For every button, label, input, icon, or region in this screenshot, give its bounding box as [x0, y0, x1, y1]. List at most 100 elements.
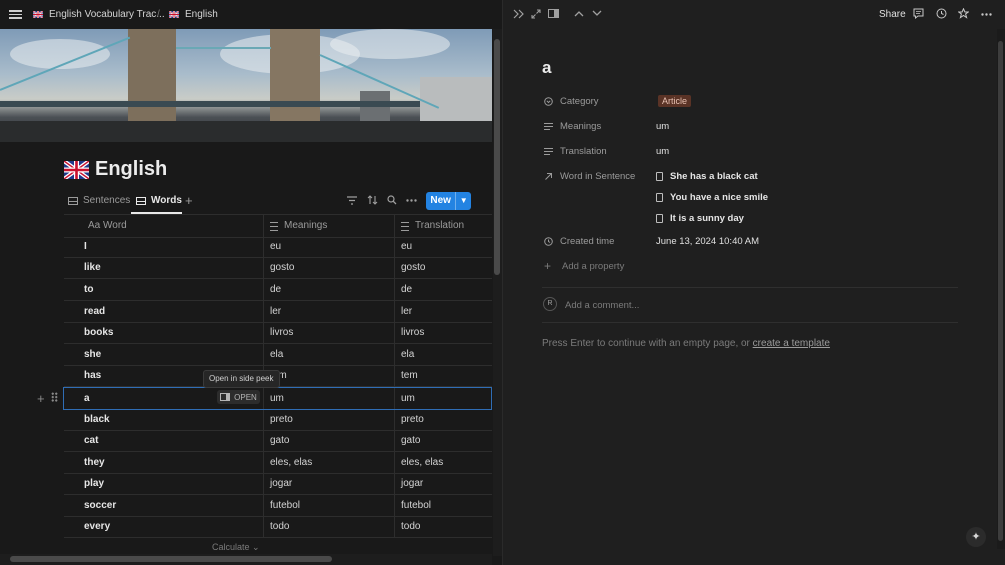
cell-word[interactable]: a: [84, 388, 90, 409]
cell-translation[interactable]: ler: [401, 301, 412, 322]
cell-translation[interactable]: um: [401, 388, 415, 409]
cell-meanings[interactable]: eles, elas: [270, 452, 312, 473]
create-template-link[interactable]: create a template: [753, 338, 830, 349]
cell-meanings[interactable]: gosto: [270, 257, 294, 278]
chevron-down-icon[interactable]: [592, 10, 602, 17]
property-meanings[interactable]: Meanings um: [544, 121, 669, 132]
cell-meanings[interactable]: jogar: [270, 473, 292, 494]
add-row-icon[interactable]: +: [37, 391, 45, 406]
relation-item[interactable]: You have a nice smile: [656, 192, 768, 203]
history-icon[interactable]: [936, 8, 947, 19]
table-row[interactable]: black preto preto: [64, 409, 492, 431]
cell-translation[interactable]: gosto: [401, 257, 425, 278]
cell-word[interactable]: has: [84, 365, 101, 386]
ai-sparkle-icon[interactable]: ✦: [966, 527, 986, 547]
cell-meanings[interactable]: eu: [270, 236, 281, 257]
cell-translation[interactable]: ela: [401, 344, 414, 365]
cell-translation[interactable]: futebol: [401, 495, 431, 516]
more-options-icon[interactable]: [981, 13, 992, 16]
cell-meanings[interactable]: preto: [270, 409, 293, 430]
new-button[interactable]: New ▼: [426, 192, 471, 210]
table-row-selected[interactable]: a um um: [63, 387, 492, 410]
peek-mode-icon[interactable]: [548, 9, 559, 18]
cell-meanings[interactable]: de: [270, 279, 281, 300]
property-value[interactable]: um: [656, 146, 669, 157]
vertical-scrollbar[interactable]: [997, 29, 1005, 549]
table-row[interactable]: cat gato gato: [64, 430, 492, 452]
table-row[interactable]: Ieu eu: [64, 236, 492, 258]
breadcrumb-current[interactable]: English: [169, 9, 218, 20]
cell-word[interactable]: like: [84, 257, 101, 278]
cell-word[interactable]: every: [84, 516, 110, 537]
vertical-scrollbar[interactable]: [493, 29, 502, 556]
chevron-up-icon[interactable]: [574, 10, 584, 17]
cell-meanings[interactable]: livros: [270, 322, 293, 343]
cell-meanings[interactable]: ler: [270, 301, 281, 322]
filter-icon[interactable]: [347, 196, 357, 205]
cell-translation[interactable]: eu: [401, 236, 412, 257]
cell-meanings[interactable]: futebol: [270, 495, 300, 516]
cell-word[interactable]: cat: [84, 430, 98, 451]
property-category[interactable]: Category Article: [544, 95, 692, 107]
cell-word[interactable]: books: [84, 322, 113, 343]
column-header-word[interactable]: Aa Word: [88, 215, 127, 237]
cell-word[interactable]: I: [84, 236, 87, 257]
cell-meanings[interactable]: ela: [270, 344, 283, 365]
property-created-time[interactable]: Created time June 13, 2024 10:40 AM: [544, 236, 759, 247]
cell-word[interactable]: they: [84, 452, 105, 473]
cell-meanings[interactable]: todo: [270, 516, 289, 537]
cell-translation[interactable]: todo: [401, 516, 420, 537]
cell-translation[interactable]: gato: [401, 430, 420, 451]
table-row[interactable]: play jogar jogar: [64, 473, 492, 495]
table-row[interactable]: like gosto gosto: [64, 257, 492, 279]
chevron-down-icon[interactable]: ▼: [455, 192, 471, 210]
property-word-in-sentence[interactable]: Word in Sentence: [544, 171, 635, 182]
cell-word[interactable]: to: [84, 279, 93, 300]
cell-word[interactable]: read: [84, 301, 105, 322]
menu-icon[interactable]: [9, 8, 22, 20]
table-row[interactable]: every todo todo: [64, 516, 492, 538]
table-row[interactable]: books livros livros: [64, 322, 492, 344]
cell-word[interactable]: she: [84, 344, 101, 365]
cell-meanings[interactable]: um: [270, 388, 284, 409]
sort-icon[interactable]: [367, 195, 378, 205]
tab-sentences[interactable]: Sentences: [68, 195, 130, 206]
column-header-translation[interactable]: Translation: [401, 215, 464, 237]
cell-translation[interactable]: jogar: [401, 473, 423, 494]
breadcrumb-parent[interactable]: English Vocabulary Trac...: [33, 9, 165, 20]
calculate-button[interactable]: Calculate ⌄: [212, 542, 260, 553]
comment-input[interactable]: Add a comment...: [565, 300, 639, 311]
open-side-peek-button[interactable]: OPEN: [217, 390, 260, 404]
comments-icon[interactable]: [913, 8, 924, 19]
add-view-icon[interactable]: +: [185, 193, 193, 208]
cell-word[interactable]: black: [84, 409, 110, 430]
table-row[interactable]: soccer futebol futebol: [64, 495, 492, 517]
expand-icon[interactable]: [531, 9, 541, 19]
add-property-button[interactable]: + Add a property: [544, 260, 624, 272]
relation-item[interactable]: She has a black cat: [656, 171, 758, 182]
share-button[interactable]: Share: [879, 9, 906, 20]
drag-handle-icon[interactable]: [51, 392, 58, 402]
table-row[interactable]: she ela ela: [64, 344, 492, 366]
property-translation[interactable]: Translation um: [544, 146, 669, 157]
cell-translation[interactable]: preto: [401, 409, 424, 430]
cell-translation[interactable]: eles, elas: [401, 452, 443, 473]
peek-title[interactable]: a: [542, 58, 551, 78]
search-icon[interactable]: [387, 195, 397, 205]
cell-word[interactable]: play: [84, 473, 104, 494]
table-row[interactable]: to de de: [64, 279, 492, 301]
close-peek-icon[interactable]: [513, 9, 524, 19]
cell-word[interactable]: soccer: [84, 495, 116, 516]
cell-translation[interactable]: de: [401, 279, 412, 300]
cell-translation[interactable]: livros: [401, 322, 424, 343]
column-header-meanings[interactable]: Meanings: [270, 215, 327, 237]
table-row[interactable]: they eles, elas eles, elas: [64, 452, 492, 474]
cell-meanings[interactable]: gato: [270, 430, 289, 451]
relation-item[interactable]: It is a sunny day: [656, 213, 744, 224]
horizontal-scrollbar[interactable]: [0, 554, 492, 565]
more-options-icon[interactable]: [406, 199, 417, 202]
category-tag[interactable]: Article: [658, 95, 692, 107]
star-icon[interactable]: [958, 8, 969, 19]
table-row[interactable]: read ler ler: [64, 301, 492, 323]
tab-words[interactable]: Words: [136, 195, 182, 206]
